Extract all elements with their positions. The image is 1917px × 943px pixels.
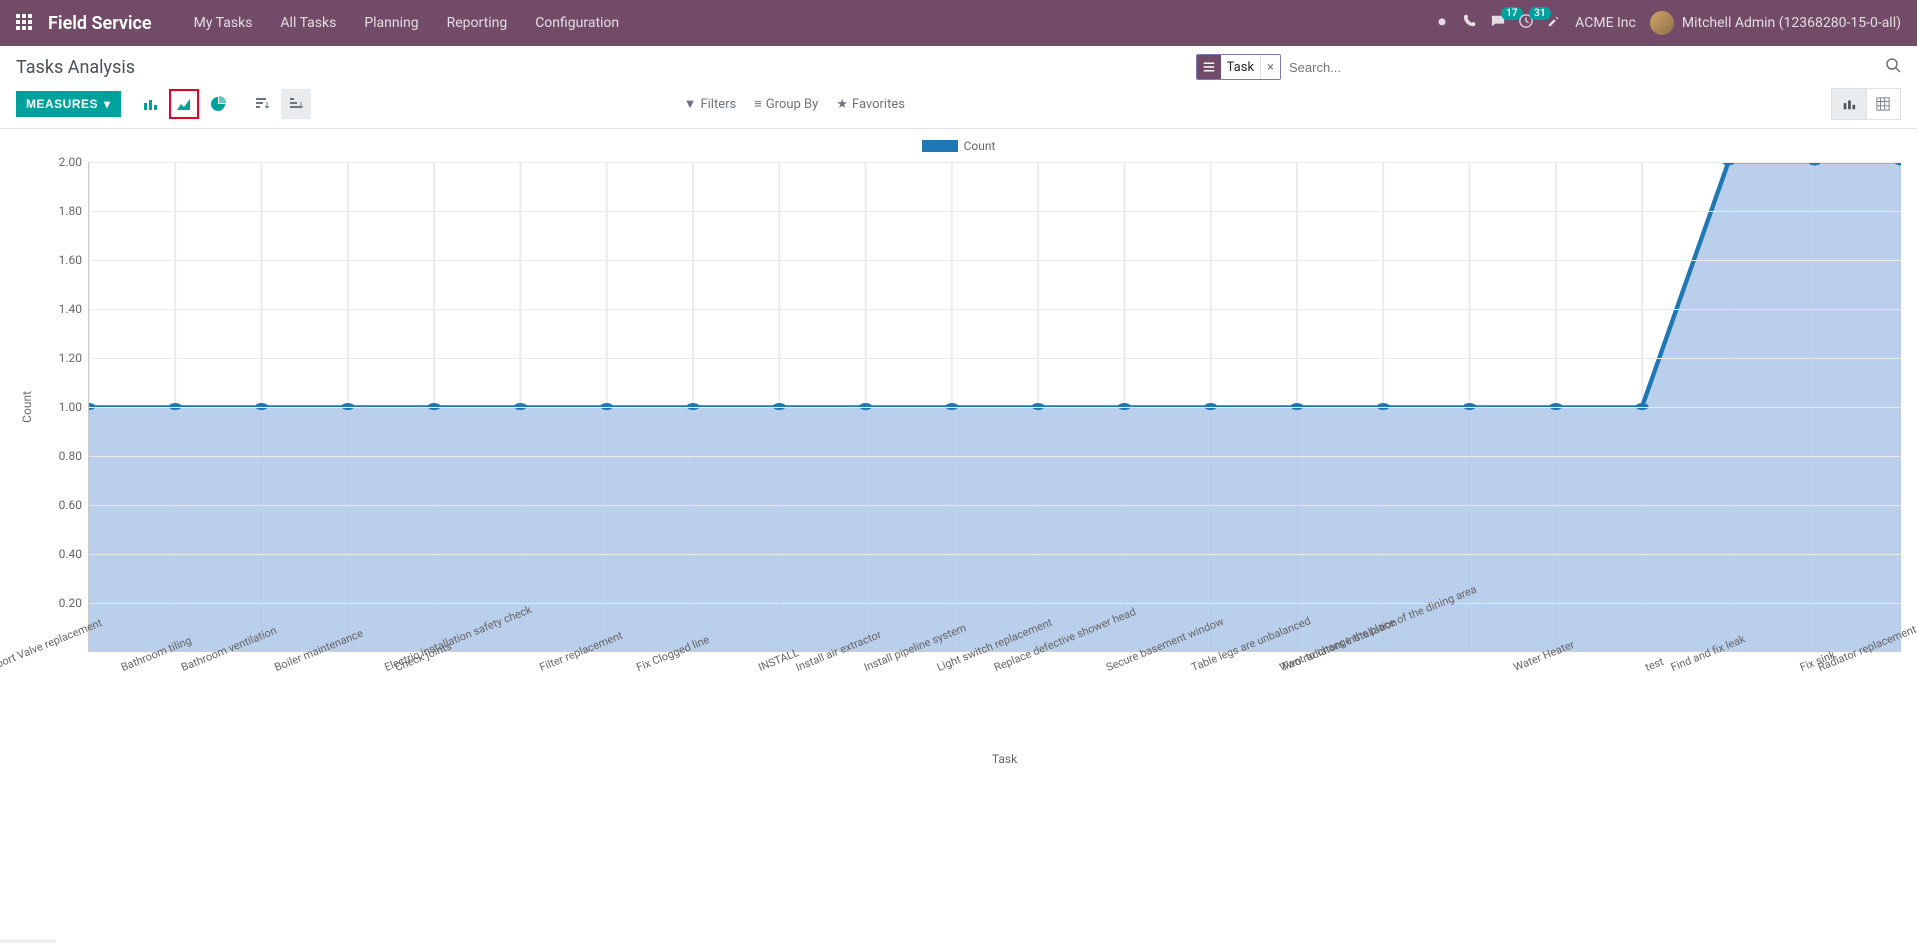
y-tick: 1.40: [59, 302, 82, 316]
nav-item-reporting[interactable]: Reporting: [433, 0, 522, 46]
pivot-view-button[interactable]: [1866, 89, 1900, 119]
y-tick: 1.60: [59, 253, 82, 267]
messages-icon[interactable]: 17: [1491, 14, 1505, 32]
x-axis-title: Task: [16, 752, 1901, 766]
gridline: [89, 456, 1901, 457]
chart-type-buttons: [135, 89, 233, 119]
nav-item-planning[interactable]: Planning: [350, 0, 432, 46]
y-axis: 2.001.801.601.401.201.000.800.600.400.20: [38, 162, 88, 652]
gridline: [89, 505, 1901, 506]
gridline: [89, 603, 1901, 604]
phone-icon[interactable]: [1463, 14, 1477, 32]
gridline: [89, 554, 1901, 555]
list-icon: ≡: [754, 96, 762, 112]
gridline: [89, 211, 1901, 212]
filters-dropdown[interactable]: ▼ Filters: [684, 96, 737, 112]
gridline: [89, 260, 1901, 261]
control-panel: Tasks Analysis Task × MEASURES ▾: [0, 46, 1917, 129]
company-selector[interactable]: ACME Inc: [1575, 15, 1636, 31]
favorites-dropdown[interactable]: ★ Favorites: [836, 96, 905, 112]
nav-menu: My Tasks All Tasks Planning Reporting Co…: [180, 0, 634, 46]
y-tick: 1.20: [59, 351, 82, 365]
facet-remove-button[interactable]: ×: [1260, 55, 1280, 79]
funnel-icon: ▼: [684, 96, 697, 112]
y-tick: 2.00: [59, 155, 82, 169]
chart-container: Count Count 2.00 1.80 1.60 1.40 1.20 1.00 0.80…: [0, 129, 1917, 776]
groupby-dropdown[interactable]: ≡ Group By: [754, 96, 818, 112]
view-switcher: [1831, 88, 1901, 120]
y-tick: 1.80: [59, 204, 82, 218]
graph-view-button[interactable]: [1832, 89, 1866, 119]
search-options: ▼ Filters ≡ Group By ★ Favorites: [684, 96, 905, 112]
y-tick: 0.40: [59, 547, 82, 561]
apps-icon[interactable]: [16, 14, 34, 32]
y-tick: 0.80: [59, 449, 82, 463]
nav-item-my-tasks[interactable]: My Tasks: [180, 0, 267, 46]
chart-plot: [88, 162, 1901, 652]
x-axis: 3-port Valve replacementBathroom tilingB…: [108, 652, 1901, 752]
nav-right: 17 31 ACME Inc Mitchell Admin (12368280-…: [1435, 11, 1901, 35]
page-title: Tasks Analysis: [16, 57, 135, 78]
search-icon[interactable]: [1885, 57, 1901, 77]
legend-label: Count: [964, 139, 996, 153]
tools-icon[interactable]: [1547, 14, 1561, 32]
gridline: [89, 309, 1901, 310]
caret-down-icon: ▾: [104, 97, 111, 111]
chart-legend: Count: [16, 139, 1901, 156]
legend-swatch: [922, 140, 958, 152]
bar-chart-button[interactable]: [135, 89, 165, 119]
sort-asc-button[interactable]: [281, 89, 311, 119]
y-tick: 1.00: [59, 400, 82, 414]
app-brand[interactable]: Field Service: [48, 13, 152, 34]
user-name: Mitchell Admin (12368280-15-0-all): [1682, 15, 1901, 31]
line-chart-button[interactable]: [169, 89, 199, 119]
nav-item-all-tasks[interactable]: All Tasks: [266, 0, 350, 46]
sort-buttons: [247, 89, 311, 119]
search-facet-task: Task ×: [1196, 54, 1281, 80]
top-navbar: Field Service My Tasks All Tasks Plannin…: [0, 0, 1917, 46]
y-tick: 0.20: [59, 596, 82, 610]
search-area: Task ×: [1196, 54, 1901, 80]
gridline: [89, 358, 1901, 359]
star-icon: ★: [836, 97, 848, 112]
groupby-facet-icon: [1197, 55, 1221, 79]
x-tick: test: [1643, 655, 1665, 674]
measures-button[interactable]: MEASURES ▾: [16, 91, 121, 117]
gridline: [89, 162, 1901, 163]
search-input[interactable]: [1285, 56, 1885, 79]
avatar: [1650, 11, 1674, 35]
nav-item-configuration[interactable]: Configuration: [521, 0, 633, 46]
taskbar-fragment: [0, 939, 56, 943]
y-tick: 0.60: [59, 498, 82, 512]
pie-chart-button[interactable]: [203, 89, 233, 119]
facet-label: Task: [1221, 60, 1260, 75]
activity-icon[interactable]: 31: [1519, 14, 1533, 32]
bug-icon[interactable]: [1435, 14, 1449, 32]
gridline: [89, 407, 1901, 408]
sort-desc-button[interactable]: [247, 89, 277, 119]
y-axis-title: Count: [16, 391, 38, 423]
user-menu[interactable]: Mitchell Admin (12368280-15-0-all): [1650, 11, 1901, 35]
